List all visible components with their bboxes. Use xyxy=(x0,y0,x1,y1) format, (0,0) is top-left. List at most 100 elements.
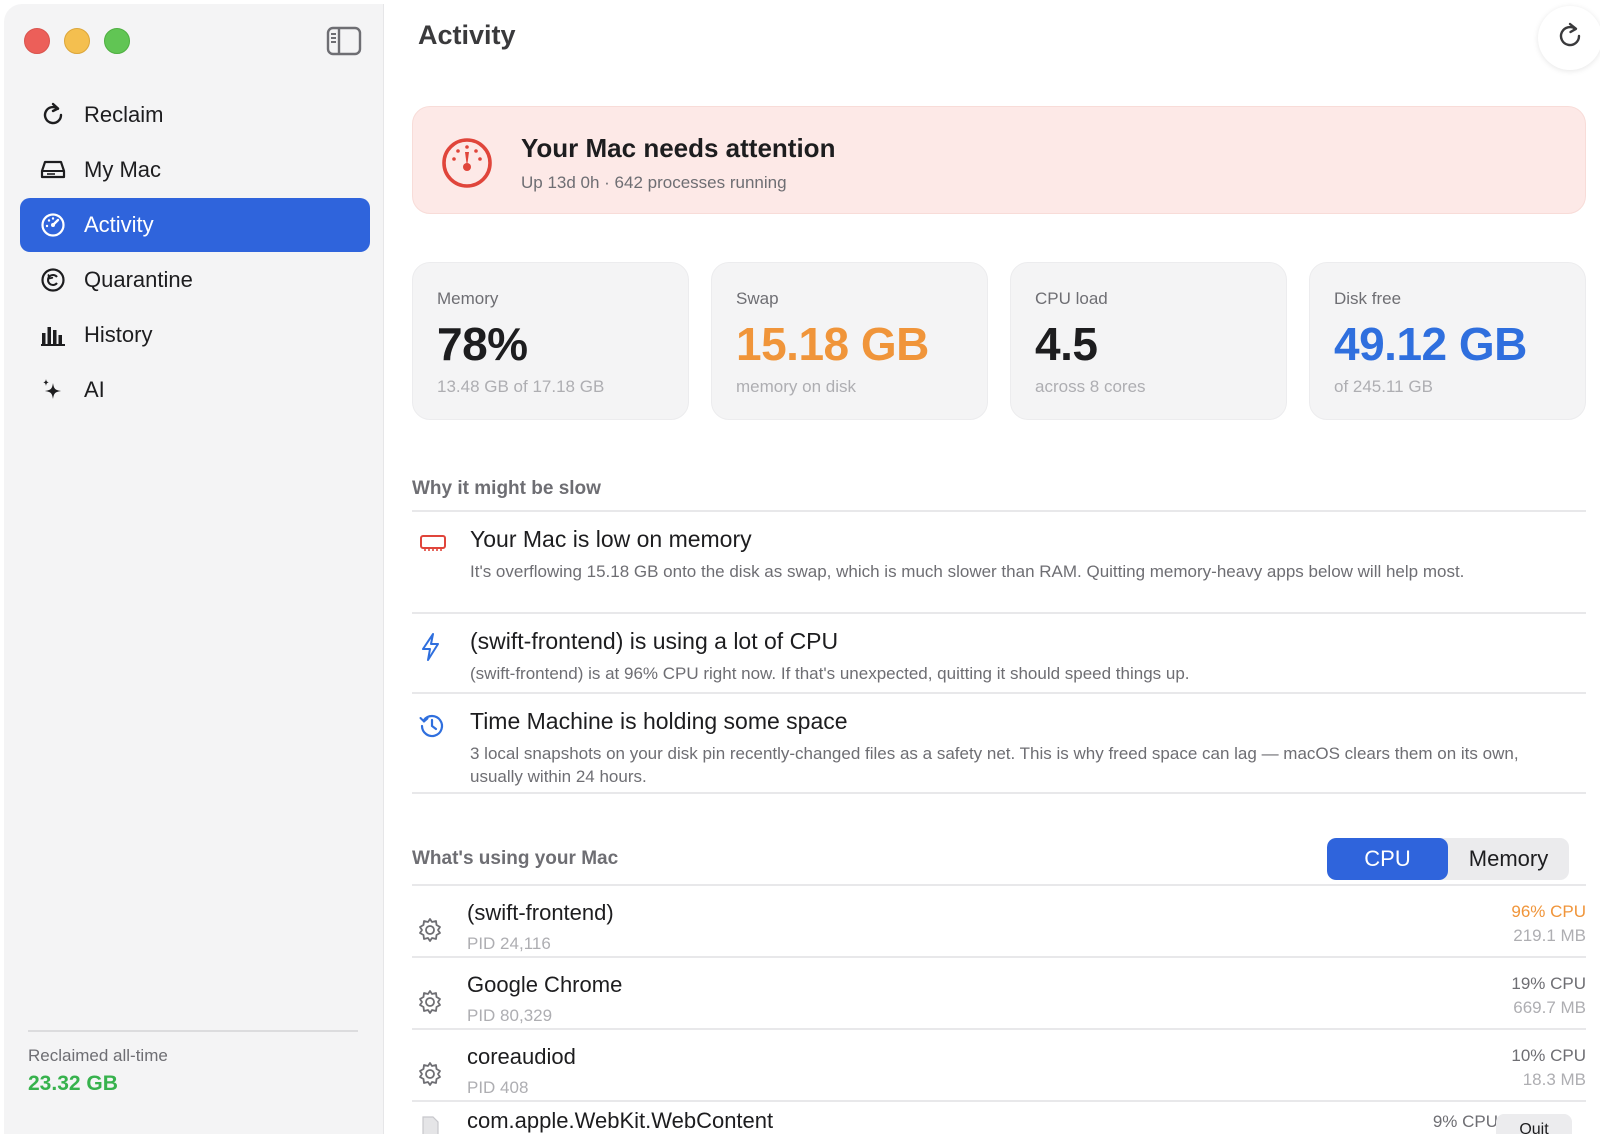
divider xyxy=(412,884,1586,886)
refresh-icon xyxy=(38,100,68,130)
reason-title: Your Mac is low on memory xyxy=(470,526,752,552)
stat-sub: of 245.11 GB xyxy=(1334,377,1433,396)
divider xyxy=(412,956,1586,958)
divider xyxy=(412,612,1586,614)
reason-description: It's overflowing 15.18 GB onto the disk … xyxy=(470,562,1465,581)
process-name: Google Chrome xyxy=(467,972,623,997)
refresh-icon xyxy=(1555,21,1585,56)
gear-icon xyxy=(416,1060,446,1090)
reason-title: (swift-frontend) is using a lot of CPU xyxy=(470,628,839,654)
attention-banner: Your Mac needs attention Up 13d 0h · 642… xyxy=(412,106,1586,214)
sidebar-item-reclaim[interactable]: Reclaim xyxy=(20,88,370,142)
divider xyxy=(412,1100,1586,1102)
reclaimed-summary: Reclaimed all-time 23.32 GB xyxy=(28,1030,358,1096)
process-cpu: 96% CPU xyxy=(1511,902,1586,921)
stat-value: 49.12 GB xyxy=(1334,318,1527,370)
quit-button[interactable]: Quit xyxy=(1496,1114,1572,1134)
drive-icon xyxy=(38,155,68,185)
stat-value: 78% xyxy=(437,318,528,370)
stat-value: 15.18 GB xyxy=(736,318,929,370)
stat-sub: across 8 cores xyxy=(1035,377,1146,396)
minimize-window-button[interactable] xyxy=(64,28,90,54)
divider xyxy=(412,510,1586,512)
process-pid: PID 24,116 xyxy=(467,934,551,953)
memory-chip-icon xyxy=(418,530,448,560)
stat-sub: 13.48 GB of 17.18 GB xyxy=(437,377,605,396)
reason-low-memory: Your Mac is low on memory It's overflowi… xyxy=(412,526,1586,610)
stat-card-disk-free: Disk free 49.12 GB of 245.11 GB xyxy=(1309,262,1586,420)
cpu-memory-toggle: CPU Memory xyxy=(1327,838,1569,880)
process-memory: 219.1 MB xyxy=(1513,926,1586,945)
reason-description: (swift-frontend) is at 96% CPU right now… xyxy=(470,664,1190,683)
sidebar-item-label: My Mac xyxy=(84,157,161,182)
reason-time-machine: Time Machine is holding some space 3 loc… xyxy=(412,708,1586,792)
reason-high-cpu: (swift-frontend) is using a lot of CPU (… xyxy=(412,628,1586,688)
reclaimed-label: Reclaimed all-time xyxy=(28,1046,168,1065)
page-title: Activity xyxy=(418,20,516,50)
cpu-toggle-button[interactable]: CPU xyxy=(1327,838,1448,880)
stat-card-memory: Memory 78% 13.48 GB of 17.18 GB xyxy=(412,262,689,420)
process-name: coreaudiod xyxy=(467,1044,576,1069)
process-row[interactable]: com.apple.WebKit.WebContent 9% CPU Quit xyxy=(412,1110,1586,1134)
close-window-button[interactable] xyxy=(24,28,50,54)
sidebar-toggle-icon[interactable] xyxy=(326,26,362,56)
restore-icon xyxy=(38,265,68,295)
document-icon xyxy=(416,1114,446,1134)
bolt-icon xyxy=(418,632,448,662)
process-cpu: 10% CPU xyxy=(1511,1046,1586,1065)
sidebar-item-my-mac[interactable]: My Mac xyxy=(20,143,370,197)
stat-card-swap: Swap 15.18 GB memory on disk xyxy=(711,262,988,420)
sidebar-item-label: History xyxy=(84,322,153,347)
gauge-icon xyxy=(38,210,68,240)
process-cpu: 9% CPU xyxy=(1432,1112,1498,1131)
divider xyxy=(412,1028,1586,1030)
sidebar-item-ai[interactable]: AI xyxy=(20,363,370,417)
process-memory: 669.7 MB xyxy=(1513,998,1586,1017)
sidebar-item-history[interactable]: History xyxy=(20,308,370,362)
main-content: Activity Your Mac needs attention Up 13d… xyxy=(412,0,1600,1134)
process-name: (swift-frontend) xyxy=(467,900,614,925)
process-row[interactable]: (swift-frontend) PID 24,116 96% CPU 219.… xyxy=(412,894,1586,964)
process-name: com.apple.WebKit.WebContent xyxy=(467,1110,774,1133)
speedometer-icon xyxy=(439,135,495,191)
process-pid: PID 80,329 xyxy=(467,1006,553,1025)
sidebar-item-label: Quarantine xyxy=(84,267,193,292)
stat-card-cpu-load: CPU load 4.5 across 8 cores xyxy=(1010,262,1287,420)
stat-label: Memory xyxy=(437,289,499,308)
stat-sub: memory on disk xyxy=(736,377,856,396)
memory-toggle-button[interactable]: Memory xyxy=(1448,838,1569,880)
stat-value: 4.5 xyxy=(1035,318,1098,370)
sidebar-item-activity[interactable]: Activity xyxy=(20,198,370,252)
slow-reasons-title: Why it might be slow xyxy=(412,478,601,499)
sidebar-item-label: Reclaim xyxy=(84,102,164,127)
sidebar-nav: Reclaim My Mac Activity Quarantine Histo… xyxy=(20,88,370,418)
process-memory: 18.3 MB xyxy=(1522,1070,1586,1089)
stat-label: Disk free xyxy=(1334,289,1402,308)
reason-title: Time Machine is holding some space xyxy=(470,708,848,734)
attention-subtitle: Up 13d 0h · 642 processes running xyxy=(521,173,787,192)
process-pid: PID 408 xyxy=(467,1078,529,1097)
sidebar-item-label: Activity xyxy=(84,212,154,237)
bar-chart-icon xyxy=(38,320,68,350)
stat-label: Swap xyxy=(736,289,779,308)
process-row[interactable]: Google Chrome PID 80,329 19% CPU 669.7 M… xyxy=(412,966,1586,1036)
sidebar: Reclaim My Mac Activity Quarantine Histo… xyxy=(4,4,384,1134)
stat-label: CPU load xyxy=(1035,289,1108,308)
reclaimed-value: 23.32 GB xyxy=(28,1072,118,1095)
sparkles-icon xyxy=(38,375,68,405)
time-machine-icon xyxy=(418,712,448,742)
window-controls xyxy=(24,28,130,54)
refresh-button[interactable] xyxy=(1538,6,1600,70)
sidebar-item-label: AI xyxy=(84,377,105,402)
gear-icon xyxy=(416,916,446,946)
process-row[interactable]: coreaudiod PID 408 10% CPU 18.3 MB xyxy=(412,1038,1586,1108)
reason-description: 3 local snapshots on your disk pin recen… xyxy=(470,744,1519,786)
process-cpu: 19% CPU xyxy=(1511,974,1586,993)
stat-cards: Memory 78% 13.48 GB of 17.18 GB Swap 15.… xyxy=(412,262,1586,420)
attention-title: Your Mac needs attention xyxy=(521,133,836,163)
sidebar-item-quarantine[interactable]: Quarantine xyxy=(20,253,370,307)
divider xyxy=(412,692,1586,694)
gear-icon xyxy=(416,988,446,1018)
processes-title: What's using your Mac xyxy=(412,848,619,869)
zoom-window-button[interactable] xyxy=(104,28,130,54)
